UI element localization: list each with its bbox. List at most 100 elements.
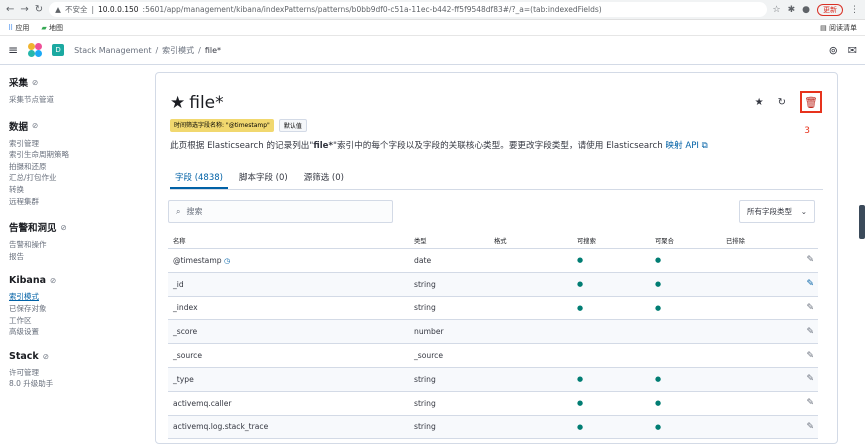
sidebar-item[interactable]: 远程集群 [9,196,141,208]
tab-scripted-fields[interactable]: 脚本字段 (0) [234,171,293,189]
sidebar-item[interactable]: 高级设置 [9,326,141,338]
aggregatable-dot: ● [655,422,662,431]
sidebar-item[interactable]: 拍摄和还原 [9,161,141,173]
searchable-dot: ● [577,399,584,408]
field-type: _source [414,351,444,361]
bookmark-maps[interactable]: ▰ 地图 [41,23,63,33]
map-icon: ▰ [41,23,47,32]
mail-icon[interactable]: ✉ [848,44,857,57]
kibana-header: ≡ D Stack Management / 索引模式 / file* ⊚ ✉ [0,36,865,65]
help-icon[interactable]: ⊘ [61,223,67,232]
help-icon[interactable]: ⊘ [32,78,38,87]
management-sidebar: 采集 ⊘ 采集节点管道 数据 ⊘ 索引管理 索引生命周期策略 拍摄和还原 汇总/打包作业 转换 远程… [0,65,150,444]
edit-field-button[interactable]: ✎ [788,327,818,337]
sidebar-item[interactable]: 索引模式 [9,291,141,303]
sidebar-item[interactable]: 许可管理 [9,367,141,379]
tab-fields[interactable]: 字段 (4838) [170,171,228,189]
help-icon[interactable]: ⊘ [50,276,56,285]
searchable-dot: ● [577,303,584,312]
url-host: 10.0.0.150 [97,5,139,14]
bookmark-apps[interactable]: ⠿ 应用 [8,23,29,33]
field-type-select[interactable]: 所有字段类型 ⌄ [739,200,815,223]
sidebar-item[interactable]: 告警和操作 [9,239,141,251]
sidebar-item[interactable]: 索引生命周期策略 [9,149,141,161]
col-name[interactable]: 名称 [168,236,414,245]
edit-field-button[interactable]: ✎ [788,255,818,265]
col-format[interactable]: 格式 [494,236,574,245]
default-badge: 默认值 [278,119,307,132]
sidebar-item[interactable]: 工作区 [9,315,141,327]
breadcrumb: Stack Management / 索引模式 / file* [74,45,222,56]
col-excluded[interactable]: 已排除 [726,236,788,245]
star-icon[interactable]: ★ [755,97,764,108]
aggregatable-dot: ● [655,303,662,312]
field-name: _score [173,327,198,337]
refresh-icon[interactable]: ↻ [778,97,786,108]
field-name: _id [173,279,184,289]
sidebar-item[interactable]: 已保存对象 [9,303,141,315]
reading-list[interactable]: ▤ 阅读清单 [820,23,857,33]
extension-icon[interactable]: ✱ [788,5,796,15]
space-avatar[interactable]: D [52,44,65,56]
edit-field-button[interactable]: ✎ [788,303,818,313]
edit-field-button[interactable]: ✎ [788,279,818,289]
col-searchable[interactable]: 可搜索 [574,236,652,245]
browser-actions: ☆ ✱ ● 更新 ⋮ [767,3,865,16]
table-row: activemq.log.stack_trace string ● ● ✎ [168,415,818,440]
search-input[interactable]: ⌕ 搜索 [168,200,393,223]
page-scrollbar[interactable] [859,205,865,239]
menu-hamburger-icon[interactable]: ≡ [8,43,18,57]
forward-arrow-icon[interactable]: → [20,4,28,15]
reload-icon[interactable]: ↻ [35,4,43,15]
mapping-api-link[interactable]: 映射 API ⧉ [665,141,707,151]
profile-icon[interactable]: ● [802,5,810,15]
table-row: @timestamp ◷ date ● ● ✎ [168,249,818,273]
sidebar-item[interactable]: 采集节点管道 [9,94,141,106]
pencil-icon: ✎ [806,255,814,266]
breadcrumb-item[interactable]: Stack Management [74,46,151,55]
searchable-dot: ● [577,280,584,289]
edit-field-button[interactable]: ✎ [788,374,818,384]
sidebar-item[interactable]: 汇总/打包作业 [9,172,141,184]
browser-toolbar: ← → ↻ ▲ 不安全 | 10.0.0.150:5601/app/manage… [0,0,865,20]
delete-button[interactable]: 🗑 [800,91,822,113]
col-aggregatable[interactable]: 可聚合 [652,236,726,245]
clock-icon: ◷ [223,256,231,265]
field-name: activemq.log.stack_trace [173,422,269,432]
searchable-dot: ● [577,422,584,431]
col-type[interactable]: 类型 [414,236,494,245]
table-row: activemq.caller string ● ● ✎ [168,392,818,416]
field-name: activemq.caller [173,398,232,408]
field-type: string [414,422,436,432]
help-icon[interactable]: ⊘ [43,352,49,361]
help-icon[interactable]: ⊚ [829,44,838,57]
back-arrow-icon[interactable]: ← [6,4,14,15]
table-row: _index string ● ● ✎ [168,297,818,321]
edit-field-button[interactable]: ✎ [788,422,818,432]
aggregatable-dot: ● [655,399,662,408]
field-type: string [414,279,436,289]
external-link-icon: ⧉ [701,141,708,151]
field-name: _type [173,374,194,384]
help-icon[interactable]: ⊘ [32,121,38,130]
address-bar[interactable]: ▲ 不安全 | 10.0.0.150:5601/app/management/k… [49,2,767,17]
breadcrumb-item[interactable]: 索引模式 [162,45,194,56]
sidebar-section-title: 告警和洞见 ⊘ [9,222,67,235]
sidebar-item[interactable]: 转换 [9,184,141,196]
sidebar-item[interactable]: 8.0 升级助手 [9,378,141,390]
sidebar-item[interactable]: 索引管理 [9,138,141,150]
tab-source-filters[interactable]: 源筛选 (0) [299,171,349,189]
aggregatable-dot: ● [655,256,662,265]
elastic-logo-icon[interactable] [28,43,43,57]
breadcrumb-current: file* [204,45,222,55]
edit-field-button[interactable]: ✎ [788,398,818,408]
warning-icon: ▲ [55,5,61,14]
pencil-icon: ✎ [806,374,814,385]
menu-dots-icon[interactable]: ⋮ [850,5,859,15]
field-type: number [414,327,444,337]
sidebar-item[interactable]: 报告 [9,251,141,263]
update-button[interactable]: 更新 [817,3,843,16]
bookmark-star-icon[interactable]: ☆ [773,5,781,15]
edit-field-button[interactable]: ✎ [788,351,818,361]
pencil-icon: ✎ [806,398,814,409]
